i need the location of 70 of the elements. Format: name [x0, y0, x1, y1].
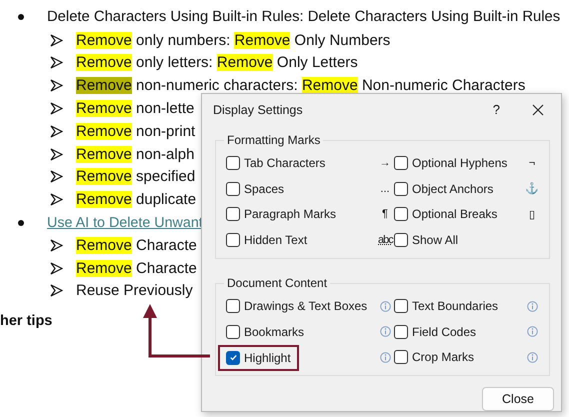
option-label: Highlight	[244, 350, 291, 365]
option-label: Tab Characters	[244, 156, 326, 170]
mark-symbol: ...	[379, 182, 391, 195]
list-item-text: Remove non-print	[76, 122, 196, 140]
checkbox[interactable]	[394, 232, 408, 247]
option-label: Drawings & Text Boxes	[244, 299, 368, 314]
list-item-text: Remove duplicate	[76, 191, 196, 208]
list-item-text: Remove only letters: Remove Only Letters	[76, 54, 358, 72]
option-label: Crop Marks	[412, 350, 476, 364]
dialog-title: Display Settings	[213, 102, 304, 117]
list-item-text: Reuse Previously	[76, 282, 193, 300]
list-item-text: Remove non-lette	[76, 100, 194, 118]
arrowhead-bullet-icon	[50, 238, 63, 252]
arrowhead-bullet-icon	[50, 102, 63, 116]
option-label: Show All	[412, 232, 460, 247]
checkbox[interactable]	[394, 324, 408, 339]
list-item-text: Remove specified	[76, 168, 196, 186]
arrowhead-bullet-icon	[50, 148, 63, 161]
arrowhead-bullet-icon	[50, 56, 63, 70]
arrowhead-bullet-icon	[50, 284, 63, 298]
checkbox[interactable]	[226, 156, 240, 170]
checkbox[interactable]	[226, 182, 240, 196]
arrowhead-bullet-icon	[50, 262, 63, 275]
close-button[interactable]: Close	[482, 387, 554, 411]
section-heading: Delete Characters Using Built-in Rules: Delete Characters Using Built-in Rules	[47, 9, 560, 26]
section-heading: her tips	[0, 313, 54, 330]
checkbox[interactable]	[394, 182, 408, 196]
checkbox[interactable]	[394, 156, 408, 170]
checkbox[interactable]	[394, 350, 408, 364]
mark-symbol: abc	[378, 234, 392, 246]
arrowhead-bullet-icon	[50, 79, 63, 92]
option-label: Text Boundaries	[412, 299, 500, 314]
section-link[interactable]: Use AI to Delete Unwant	[47, 214, 203, 231]
option-label: Hidden Text	[244, 232, 308, 247]
arrowhead-bullet-icon	[50, 124, 63, 138]
arrowhead-bullet-icon	[50, 193, 63, 206]
option-label: Optional Hyphens	[412, 156, 508, 170]
option-label: Spaces	[244, 182, 286, 196]
option-label: Field Codes	[412, 324, 478, 339]
checkbox[interactable]	[226, 324, 240, 339]
list-item-text: Remove non-numeric characters: Remove Non-numeric Characters	[76, 77, 526, 94]
bullet-icon	[18, 14, 24, 20]
mark-symbol: ⚓	[525, 182, 539, 196]
checkbox[interactable]	[226, 207, 240, 222]
group-title: Formatting Marks	[224, 132, 324, 146]
arrowhead-bullet-icon	[50, 34, 63, 47]
checkbox[interactable]	[226, 232, 240, 247]
close-icon[interactable]	[532, 104, 544, 116]
checkbox[interactable]	[226, 299, 240, 314]
checkbox[interactable]	[226, 350, 240, 365]
bullet-icon	[18, 220, 24, 226]
list-item-text: Remove Characte	[76, 236, 197, 254]
checkbox[interactable]	[394, 299, 408, 314]
callout-arrow	[143, 304, 210, 358]
option-label: Object Anchors	[412, 182, 494, 196]
option-label: Optional Breaks	[412, 207, 498, 222]
mark-symbol: ¶	[381, 208, 389, 220]
checkmark-icon	[228, 353, 238, 362]
list-item-text: Remove only numbers: Remove Only Numbers	[76, 32, 390, 49]
list-item-text: Remove non-alph	[76, 146, 194, 163]
option-label: Paragraph Marks	[244, 207, 338, 222]
list-item-text: Remove Characte	[76, 260, 197, 277]
help-button[interactable]: ?	[492, 102, 500, 118]
checkbox[interactable]	[394, 207, 408, 222]
mark-symbol: ▯	[528, 208, 536, 221]
arrowhead-bullet-icon	[50, 170, 63, 184]
group-title: Document Content	[224, 276, 330, 290]
option-label: Bookmarks	[244, 324, 306, 339]
mark-symbol: ¬	[528, 157, 536, 170]
mark-symbol: →	[378, 157, 392, 170]
